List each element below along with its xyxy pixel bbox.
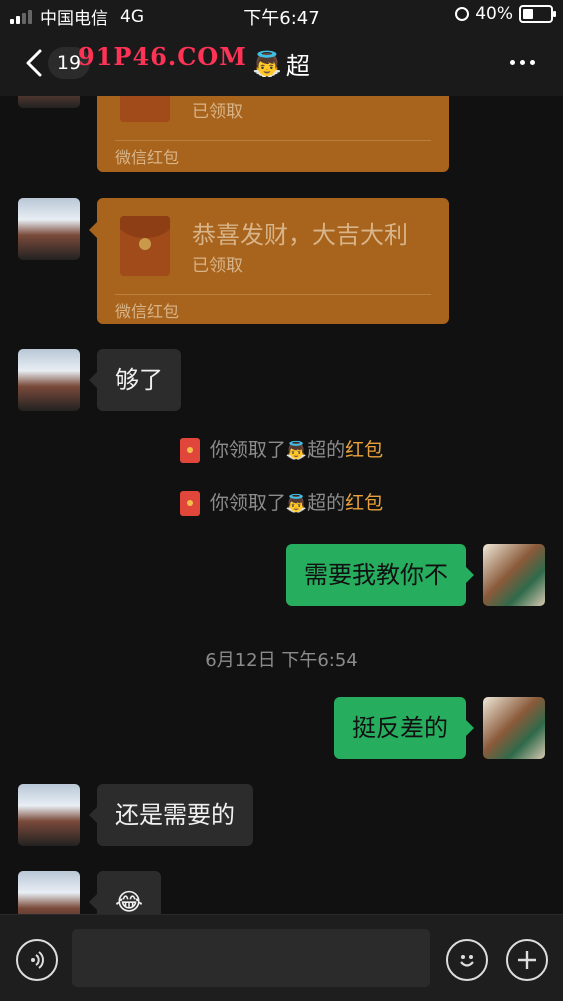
red-packet-link[interactable]: 红包: [345, 492, 383, 514]
red-envelope-icon: [120, 96, 170, 122]
message-list[interactable]: 已领取 微信红包 恭喜发财，大吉大利 已领取 微信红包 够了 你领取了👼超的红包…: [0, 96, 563, 914]
status-bar: 中国电信 4G 下午6:47 40%: [0, 0, 563, 30]
smiley-icon: [460, 955, 474, 967]
chat-header: 19 91P46.COM 👼 超: [0, 30, 563, 96]
contact-avatar[interactable]: [18, 784, 80, 846]
message-timestamp: 6月12日 下午6:54: [205, 650, 358, 671]
input-bar: [0, 914, 563, 1001]
contact-emoji: 👼: [285, 494, 308, 514]
red-envelope-icon: [120, 216, 170, 276]
plus-icon: [518, 951, 536, 969]
red-packet-status: 已领取: [192, 102, 243, 122]
message-bubble-incoming[interactable]: 还是需要的: [89, 784, 253, 846]
message-input[interactable]: [72, 929, 430, 987]
chat-title: 👼 超: [252, 46, 310, 81]
my-avatar[interactable]: [483, 544, 545, 606]
message-bubble-incoming[interactable]: 够了: [89, 349, 181, 411]
red-packet-icon: [179, 438, 200, 463]
voice-input-button[interactable]: [16, 939, 58, 981]
my-avatar[interactable]: [483, 697, 545, 759]
message-bubble-outgoing[interactable]: 挺反差的: [334, 697, 474, 759]
message-text: 挺反差的: [352, 714, 448, 742]
more-options-icon[interactable]: [510, 60, 535, 65]
contact-avatar[interactable]: [18, 96, 80, 108]
battery-icon: [519, 5, 556, 23]
emoji-button[interactable]: [446, 939, 488, 981]
red-packet-brand: 微信红包: [115, 148, 180, 167]
rotation-lock-icon: [455, 7, 470, 21]
emoji-message: 😂: [115, 888, 144, 914]
red-packet-card[interactable]: 已领取 微信红包: [97, 96, 449, 172]
red-packet-icon: [179, 491, 200, 516]
contact-name: 超: [285, 52, 310, 80]
contact-avatar[interactable]: [18, 198, 80, 260]
system-message: 你领取了👼超的红包: [0, 435, 563, 463]
watermark-logo: 91P46.COM: [78, 42, 247, 71]
system-message: 你领取了👼超的红包: [0, 488, 563, 516]
voice-icon: [31, 951, 44, 969]
message-bubble-incoming[interactable]: 😂: [89, 871, 162, 914]
message-bubble-outgoing[interactable]: 需要我教你不: [286, 544, 474, 606]
red-packet-wish: 恭喜发财，大吉大利: [192, 221, 408, 249]
back-chevron-icon[interactable]: [22, 48, 46, 78]
red-packet-status: 已领取: [192, 256, 243, 276]
red-packet-brand: 微信红包: [115, 302, 180, 321]
battery-percent: 40%: [475, 4, 513, 24]
contact-avatar[interactable]: [18, 349, 80, 411]
red-packet-link[interactable]: 红包: [345, 439, 383, 461]
contact-avatar[interactable]: [18, 871, 80, 914]
contact-emoji: 👼: [285, 441, 308, 461]
contact-emoji: 👼: [252, 49, 282, 78]
message-text: 需要我教你不: [304, 561, 448, 589]
message-text: 还是需要的: [115, 801, 235, 829]
message-text: 够了: [115, 366, 163, 394]
more-functions-button[interactable]: [506, 939, 548, 981]
red-packet-card[interactable]: 恭喜发财，大吉大利 已领取 微信红包: [89, 198, 449, 324]
